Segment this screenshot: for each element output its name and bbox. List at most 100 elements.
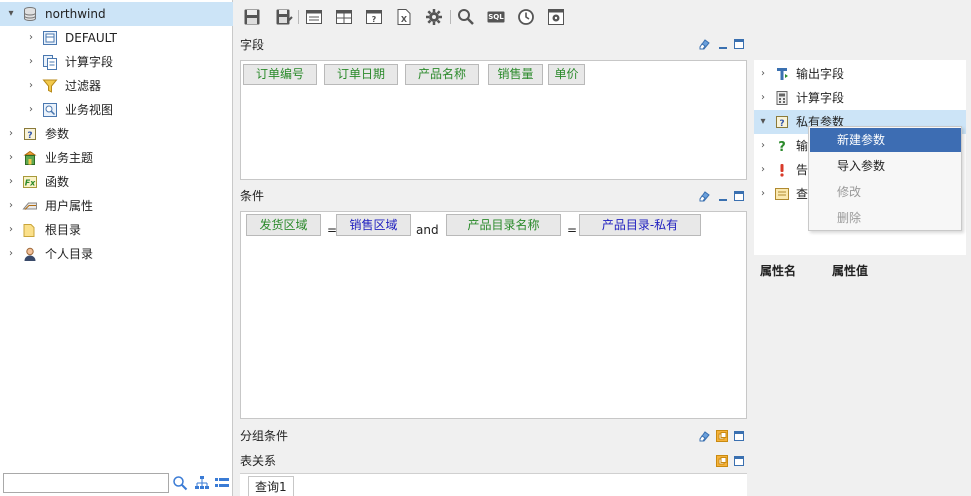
chevron-down-icon[interactable]: ▾ bbox=[6, 8, 16, 20]
alert-icon bbox=[780, 164, 784, 177]
business-theme-icon bbox=[23, 150, 37, 165]
tree-item-params[interactable]: › ? 参数 bbox=[0, 122, 233, 146]
tree-item-label: 业务主题 bbox=[45, 151, 94, 165]
fields-panel[interactable]: 订单编号 订单日期 产品名称 销售量 单价 bbox=[240, 60, 747, 180]
field-chip[interactable]: 订单编号 bbox=[243, 64, 317, 85]
chevron-right-icon[interactable]: › bbox=[758, 164, 768, 176]
tree-item-label: 输出字段 bbox=[796, 67, 845, 81]
query-toolbar: ? X SQL bbox=[236, 2, 576, 32]
tree-item-root-folder[interactable]: › 根目录 bbox=[0, 218, 233, 242]
field-chip[interactable]: 产品名称 bbox=[405, 64, 479, 85]
maximize-icon[interactable] bbox=[733, 455, 745, 467]
tree-item-label: 函数 bbox=[45, 175, 70, 189]
tab-query1[interactable]: 查询1 bbox=[248, 476, 294, 496]
query-settings-icon[interactable] bbox=[546, 7, 566, 27]
tree-item-user-attrs[interactable]: › 用户属性 bbox=[0, 194, 233, 218]
chevron-right-icon[interactable]: › bbox=[26, 32, 36, 44]
tree-view-icon[interactable] bbox=[194, 475, 210, 491]
group-panel-title: 分组条件 bbox=[240, 429, 289, 443]
field-chip[interactable]: 订单日期 bbox=[324, 64, 398, 85]
chevron-right-icon[interactable]: › bbox=[6, 128, 16, 140]
tree-item-label: 参数 bbox=[45, 127, 70, 141]
condition-connector[interactable]: and bbox=[416, 223, 439, 237]
chevron-right-icon[interactable]: › bbox=[758, 92, 768, 104]
chevron-right-icon[interactable]: › bbox=[6, 176, 16, 188]
minimize-icon[interactable] bbox=[717, 190, 729, 202]
save-as-icon[interactable] bbox=[274, 7, 294, 27]
condition-operator[interactable]: = bbox=[567, 223, 577, 237]
field-chip[interactable]: 销售量 bbox=[488, 64, 543, 85]
tree-item-filters[interactable]: › 过滤器 bbox=[0, 74, 233, 98]
tree-item-default[interactable]: › DEFAULT bbox=[0, 26, 233, 50]
chevron-right-icon[interactable]: › bbox=[6, 224, 16, 236]
tree-item-personal-folder[interactable]: › 个人目录 bbox=[0, 242, 233, 266]
tree-search-input[interactable] bbox=[3, 473, 169, 493]
eraser-icon[interactable] bbox=[698, 38, 710, 50]
property-name-column: 属性名 bbox=[760, 264, 797, 278]
param-icon[interactable]: ? bbox=[364, 7, 384, 27]
sql-icon-label: SQL bbox=[488, 13, 504, 21]
chevron-right-icon[interactable]: › bbox=[758, 140, 768, 152]
tree-item-output-fields[interactable]: › 输出字段 bbox=[754, 62, 966, 86]
tree-item-label: 用户属性 bbox=[45, 199, 94, 213]
business-view-icon bbox=[43, 103, 57, 117]
chevron-right-icon[interactable]: › bbox=[6, 200, 16, 212]
eraser-icon[interactable] bbox=[698, 190, 710, 202]
list-view-icon[interactable] bbox=[214, 475, 230, 491]
restore-icon[interactable] bbox=[716, 455, 728, 467]
eraser-icon[interactable] bbox=[698, 430, 710, 442]
menu-item-delete[interactable]: 删除 bbox=[810, 206, 961, 230]
export-icon[interactable]: X bbox=[394, 7, 414, 27]
tree-item-label: 计算字段 bbox=[65, 55, 114, 69]
menu-item-import-param[interactable]: 导入参数 bbox=[810, 154, 961, 178]
tree-item-business-theme[interactable]: › 业务主题 bbox=[0, 146, 233, 170]
condition-panel[interactable]: 发货区域 = 销售区域 and 产品目录名称 = 产品目录-私有 bbox=[240, 211, 747, 419]
user-attribute-icon bbox=[22, 202, 37, 210]
table-icon[interactable] bbox=[334, 7, 354, 27]
restore-icon[interactable] bbox=[716, 430, 728, 442]
tree-item-label: 告 bbox=[796, 163, 809, 177]
search-icon[interactable] bbox=[172, 475, 188, 491]
svg-text:?: ? bbox=[372, 15, 377, 24]
chevron-right-icon[interactable]: › bbox=[6, 248, 16, 260]
tree-item-label: DEFAULT bbox=[65, 31, 117, 45]
tree-item-label: northwind bbox=[45, 7, 106, 21]
resource-tree-panel: ▾ northwind › DEFAULT › 计算字段 › 过滤器 › 业务视… bbox=[0, 0, 233, 496]
condition-field-chip[interactable]: 产品目录名称 bbox=[446, 214, 561, 236]
field-chip[interactable]: 单价 bbox=[548, 64, 585, 85]
menu-item-edit[interactable]: 修改 bbox=[810, 180, 961, 204]
tree-item-northwind[interactable]: ▾ northwind bbox=[0, 2, 233, 26]
search-icon[interactable] bbox=[456, 7, 476, 27]
menu-item-new-param[interactable]: 新建参数 bbox=[810, 128, 961, 152]
folder-icon bbox=[23, 224, 35, 237]
query-icon bbox=[775, 188, 789, 200]
sql-icon[interactable]: SQL bbox=[486, 7, 506, 27]
settings-icon[interactable] bbox=[424, 7, 444, 27]
layout-icon[interactable] bbox=[304, 7, 324, 27]
chevron-right-icon[interactable]: › bbox=[26, 80, 36, 92]
condition-value-chip[interactable]: 产品目录-私有 bbox=[579, 214, 701, 236]
toolbar-separator bbox=[298, 10, 299, 24]
chevron-right-icon[interactable]: › bbox=[758, 68, 768, 80]
context-menu: 新建参数 导入参数 修改 删除 bbox=[808, 126, 962, 231]
chevron-right-icon[interactable]: › bbox=[26, 104, 36, 116]
condition-value-chip[interactable]: 销售区域 bbox=[336, 214, 411, 236]
condition-field-chip[interactable]: 发货区域 bbox=[246, 214, 321, 236]
chevron-down-icon[interactable]: ▾ bbox=[758, 116, 768, 128]
tree-item-label: 业务视图 bbox=[65, 103, 114, 117]
tree-item-calc-fields[interactable]: › 计算字段 bbox=[754, 86, 966, 110]
chevron-right-icon[interactable]: › bbox=[6, 152, 16, 164]
tree-item-functions[interactable]: › Fx 函数 bbox=[0, 170, 233, 194]
chevron-right-icon[interactable]: › bbox=[26, 56, 36, 68]
minimize-icon[interactable] bbox=[717, 38, 729, 50]
save-icon[interactable] bbox=[242, 7, 262, 27]
svg-text:?: ? bbox=[27, 131, 32, 141]
tree-item-calc-fields[interactable]: › 计算字段 bbox=[0, 50, 233, 74]
clock-icon[interactable] bbox=[516, 7, 536, 27]
maximize-icon[interactable] bbox=[733, 190, 745, 202]
calculator-icon bbox=[43, 55, 57, 70]
maximize-icon[interactable] bbox=[733, 430, 745, 442]
chevron-right-icon[interactable]: › bbox=[758, 188, 768, 200]
tree-item-business-view[interactable]: › 业务视图 bbox=[0, 98, 233, 122]
maximize-icon[interactable] bbox=[733, 38, 745, 50]
